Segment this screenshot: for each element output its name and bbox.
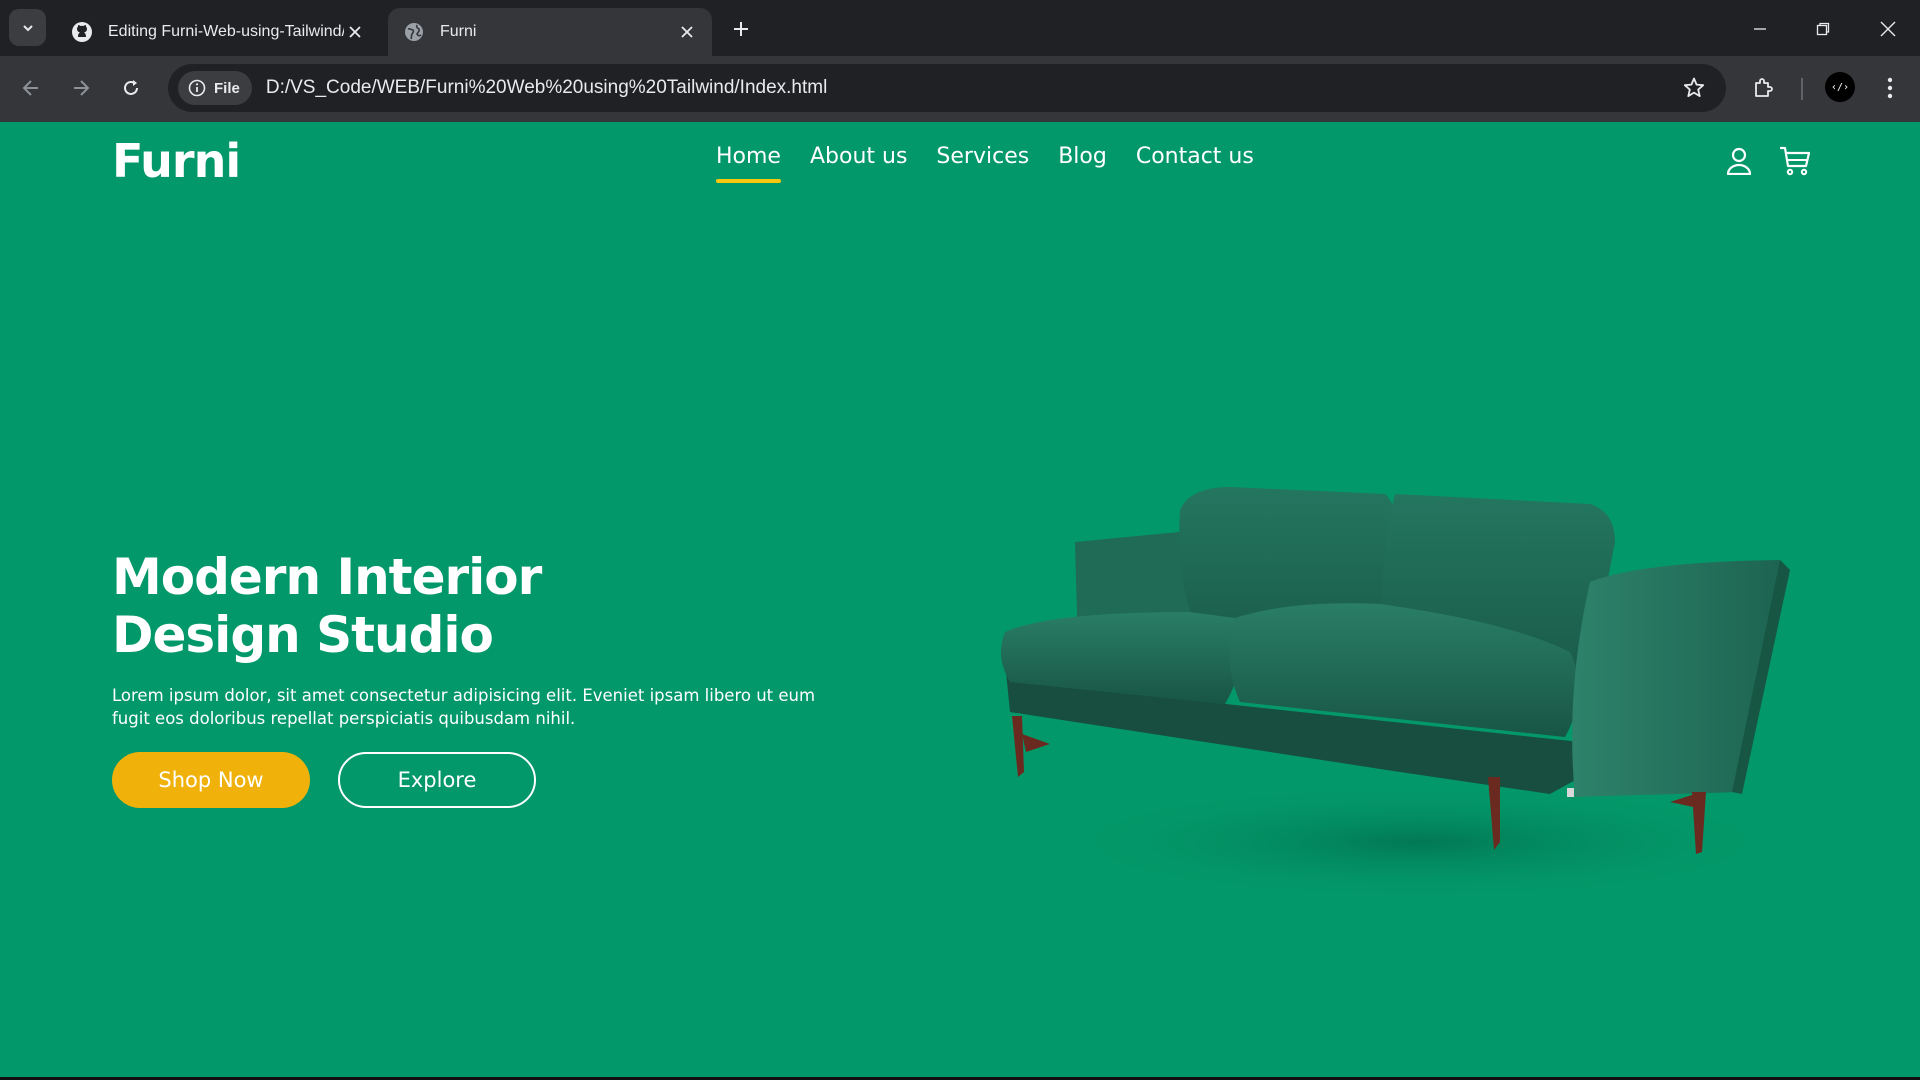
nav-item-blog[interactable]: Blog [1058, 144, 1107, 177]
hero-description: Lorem ipsum dolor, sit amet consectetur … [112, 686, 816, 728]
address-bar[interactable]: File D:/VS_Code/WEB/Furni%20Web%20using%… [168, 64, 1726, 112]
arrow-right-icon [74, 80, 90, 96]
chevron-down-icon [22, 24, 33, 31]
cart-icon [1780, 146, 1811, 176]
tab-strip: Editing Furni-Web-using-Tailwind/ Furni [0, 0, 1920, 56]
close-icon[interactable] [676, 21, 698, 43]
url-text: D:/VS_Code/WEB/Furni%20Web%20using%20Tai… [265, 77, 828, 98]
tab-search-button[interactable] [9, 9, 46, 46]
arrow-left-icon [22, 80, 38, 96]
extensions-button[interactable] [1748, 72, 1780, 104]
nav-item-services[interactable]: Services [936, 144, 1029, 177]
minimize-icon [1754, 28, 1766, 30]
back-button[interactable] [13, 70, 49, 106]
user-icon [1726, 147, 1752, 175]
restore-icon [1816, 22, 1830, 36]
cart-button[interactable] [1778, 144, 1812, 178]
account-button[interactable] [1722, 144, 1756, 178]
hero-title-line1: Modern Interior [112, 548, 542, 606]
explore-button[interactable]: Explore [338, 752, 536, 808]
tab-title: Editing Furni-Web-using-Tailwind/ [108, 23, 344, 40]
nav-item-home[interactable]: Home [716, 144, 781, 183]
reload-icon [124, 80, 138, 95]
menu-button[interactable] [1874, 72, 1906, 104]
info-icon [188, 79, 206, 97]
hero-title: Modern Interior Design Studio [112, 548, 542, 664]
browser-chrome: Editing Furni-Web-using-Tailwind/ Furni [0, 0, 1920, 122]
close-icon[interactable] [344, 21, 366, 43]
shop-now-button[interactable]: Shop Now [112, 752, 310, 808]
bookmark-star-icon[interactable] [1682, 76, 1706, 100]
sofa-image [1001, 487, 1800, 902]
site-logo[interactable]: Furni [112, 134, 241, 188]
restore-button[interactable] [1808, 14, 1838, 44]
tab-editing[interactable]: Editing Furni-Web-using-Tailwind/ [56, 8, 380, 56]
reload-button[interactable] [113, 70, 149, 106]
close-window-button[interactable] [1873, 14, 1903, 44]
hero-title-line2: Design Studio [112, 606, 494, 664]
forward-button[interactable] [63, 70, 99, 106]
new-tab-button[interactable] [726, 14, 756, 44]
profile-label: ‹/› [1830, 81, 1850, 93]
nav-item-contact[interactable]: Contact us [1136, 144, 1254, 177]
site-info-chip[interactable]: File [178, 71, 252, 105]
tab-title: Furni [440, 23, 477, 40]
toolbar-divider [1801, 78, 1803, 100]
globe-icon [402, 20, 426, 44]
close-icon [1880, 21, 1896, 37]
tab-furni[interactable]: Furni [388, 8, 712, 56]
puzzle-icon [1755, 78, 1773, 97]
more-vertical-icon [1887, 77, 1893, 99]
plus-icon [734, 22, 748, 36]
nav-item-about[interactable]: About us [810, 144, 907, 177]
minimize-button[interactable] [1745, 14, 1775, 44]
profile-avatar[interactable]: ‹/› [1825, 72, 1855, 102]
github-icon [70, 20, 94, 44]
site-info-label: File [214, 79, 240, 97]
main-nav: Home About us Services Blog Contact us [716, 144, 1283, 183]
browser-toolbar: File D:/VS_Code/WEB/Furni%20Web%20using%… [0, 56, 1920, 122]
